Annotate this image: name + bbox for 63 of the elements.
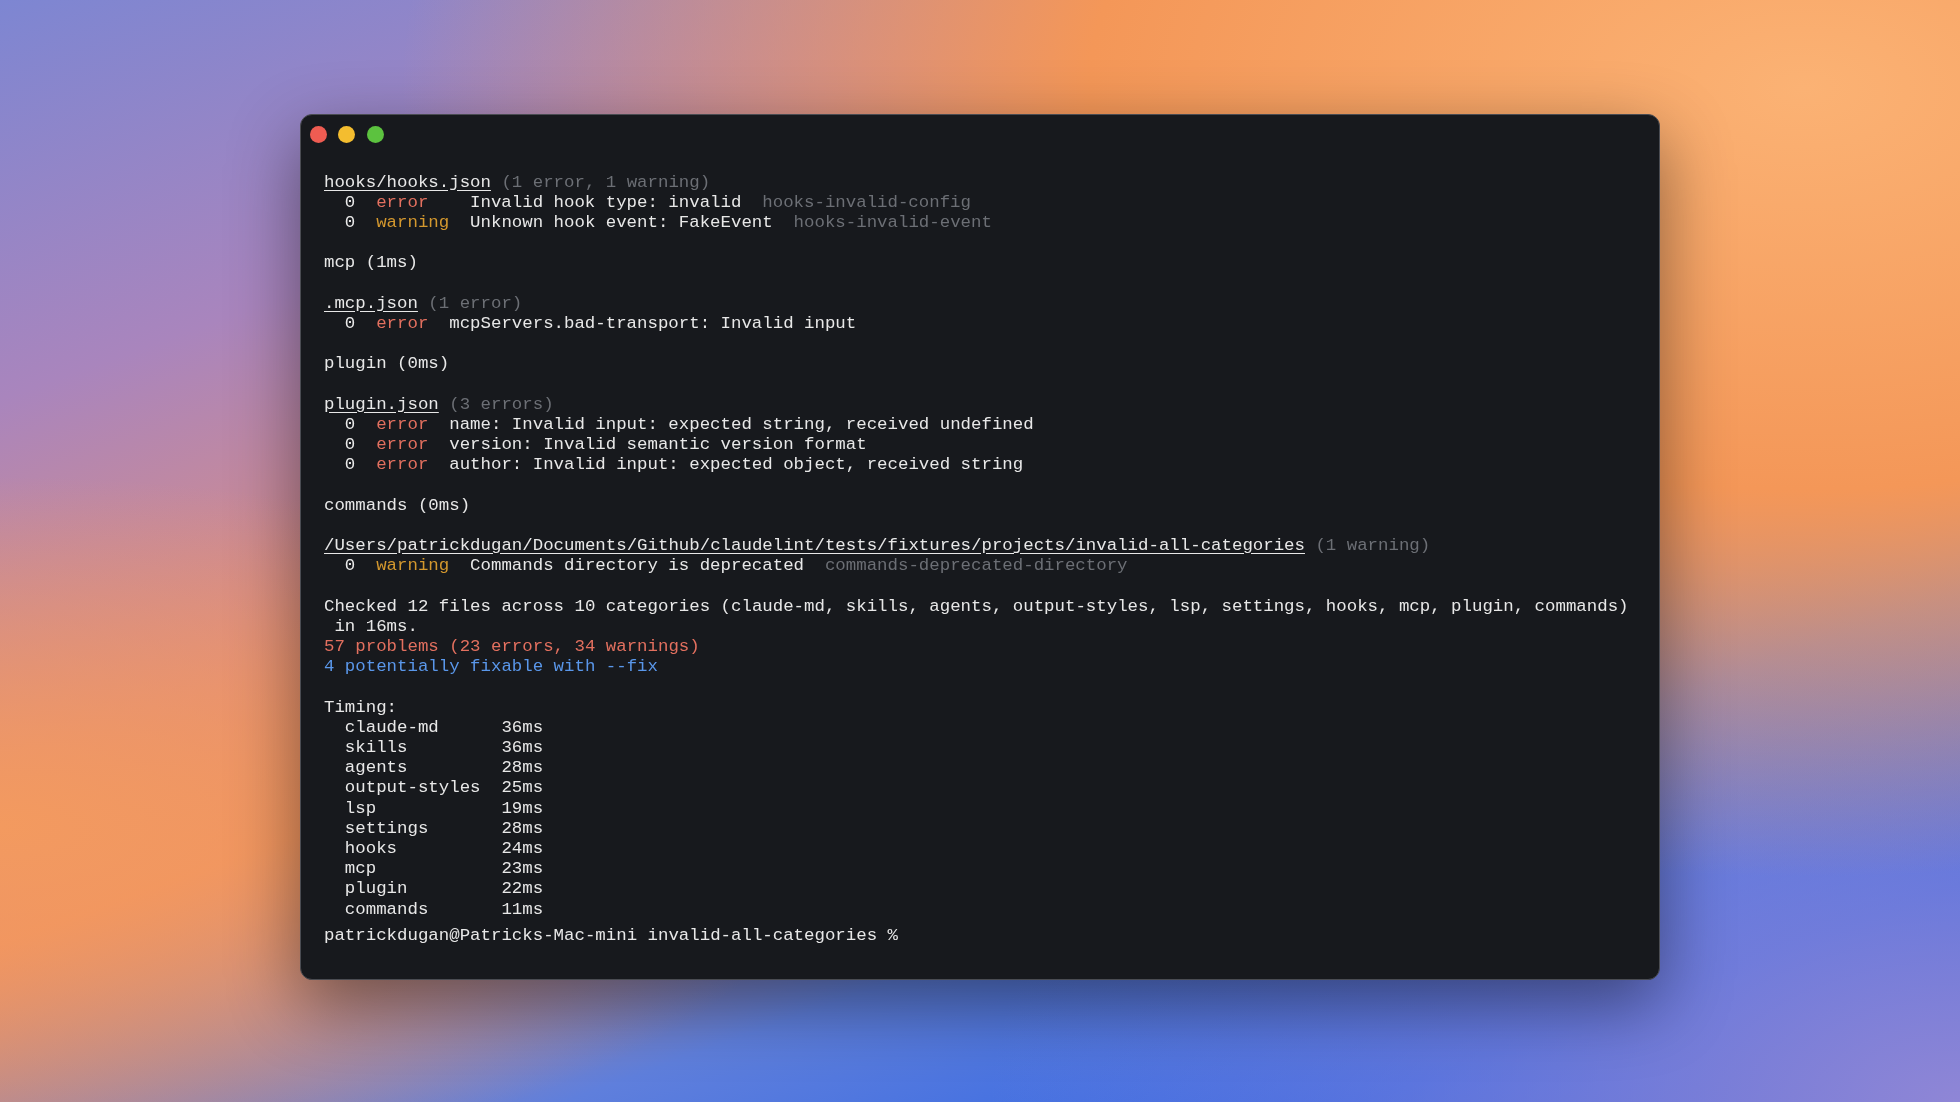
category-name: commands bbox=[344, 899, 429, 920]
line-number: 0 bbox=[344, 556, 356, 577]
category-name: claude-md bbox=[344, 717, 439, 739]
duration-value: 28ms bbox=[501, 758, 544, 779]
duration-value: 25ms bbox=[501, 778, 544, 799]
file-path-link[interactable]: plugin.json bbox=[324, 394, 439, 415]
issue-count: (1 error) bbox=[428, 293, 523, 314]
file-path-link[interactable]: hooks/hooks.json bbox=[324, 172, 491, 193]
summary-text: Checked 12 files across 10 categories (claude-md, skills, agents, output-styles, lsp, settings, hooks, mcp, plugin, commands) in 16ms. bbox=[324, 596, 1630, 638]
duration-value: 23ms bbox=[501, 859, 544, 880]
issue-message: Invalid hook type: invalid bbox=[470, 192, 742, 213]
duration-value: 36ms bbox=[501, 717, 544, 739]
rule-id: hooks-invalid-config bbox=[762, 192, 971, 213]
rule-id: hooks-invalid-event bbox=[793, 212, 992, 234]
line-number: 0 bbox=[344, 435, 356, 456]
duration-value: 19ms bbox=[501, 798, 544, 819]
issue-count: (3 errors) bbox=[449, 394, 554, 415]
window-control-button[interactable] bbox=[338, 125, 355, 143]
category-name: plugin bbox=[344, 879, 408, 900]
category-name: hooks bbox=[344, 839, 398, 860]
rule-id: commands-deprecated-directory bbox=[824, 556, 1128, 577]
section-heading: Timing: bbox=[324, 697, 398, 718]
issue-message: author: Invalid input: expected object, received string bbox=[449, 455, 1024, 476]
severity-label: warning bbox=[376, 556, 450, 577]
line-number: 0 bbox=[344, 192, 356, 213]
window-control-button[interactable] bbox=[309, 125, 327, 143]
line-number: 0 bbox=[344, 455, 356, 476]
severity-label: warning bbox=[376, 212, 450, 234]
duration-value: 11ms bbox=[501, 899, 544, 920]
issue-count: (1 error, 1 warning) bbox=[501, 172, 711, 193]
issue-message: version: Invalid semantic version format bbox=[449, 435, 867, 456]
duration-value: 22ms bbox=[501, 879, 544, 900]
issue-message: Unknown hook event: FakeEvent bbox=[470, 212, 773, 234]
line-number: 0 bbox=[344, 414, 356, 436]
duration-value: 36ms bbox=[501, 738, 544, 759]
shell-prompt: patrickdugan@Patricks-Mac-mini invalid-all-categories % bbox=[324, 925, 898, 947]
category-name: settings bbox=[344, 818, 429, 840]
severity-label: error bbox=[376, 455, 429, 476]
section-heading: mcp (1ms) bbox=[324, 253, 418, 274]
window-control-button[interactable] bbox=[366, 125, 384, 143]
duration-value: 24ms bbox=[501, 839, 544, 860]
problem-count: 57 problems (23 errors, 34 warnings) bbox=[324, 637, 700, 658]
issue-message: Commands directory is deprecated bbox=[470, 556, 805, 577]
category-name: lsp bbox=[344, 798, 377, 819]
section-heading: commands (0ms) bbox=[324, 495, 471, 516]
section-heading: plugin (0ms) bbox=[324, 354, 450, 375]
issue-count: (1 warning) bbox=[1315, 536, 1431, 557]
issue-message: mcpServers.bad-transport: Invalid input bbox=[449, 313, 857, 335]
category-name: mcp bbox=[344, 859, 377, 880]
category-name: agents bbox=[344, 758, 408, 779]
severity-label: error bbox=[376, 313, 429, 335]
line-number: 0 bbox=[344, 212, 356, 234]
fix-hint: 4 potentially fixable with --fix bbox=[324, 657, 658, 678]
duration-value: 28ms bbox=[501, 818, 544, 840]
file-path-link[interactable]: .mcp.json bbox=[324, 293, 418, 314]
severity-label: error bbox=[376, 435, 429, 456]
category-name: skills bbox=[344, 738, 408, 759]
category-name: output-styles bbox=[344, 778, 481, 799]
file-path-link[interactable]: /Users/patrickdugan/Documents/Github/claudelint/tests/fixtures/projects/invalid-all-categories bbox=[324, 536, 1305, 557]
issue-message: name: Invalid input: expected string, received undefined bbox=[449, 414, 1034, 436]
severity-label: error bbox=[376, 414, 429, 436]
severity-label: error bbox=[376, 192, 429, 213]
line-number: 0 bbox=[344, 313, 356, 335]
